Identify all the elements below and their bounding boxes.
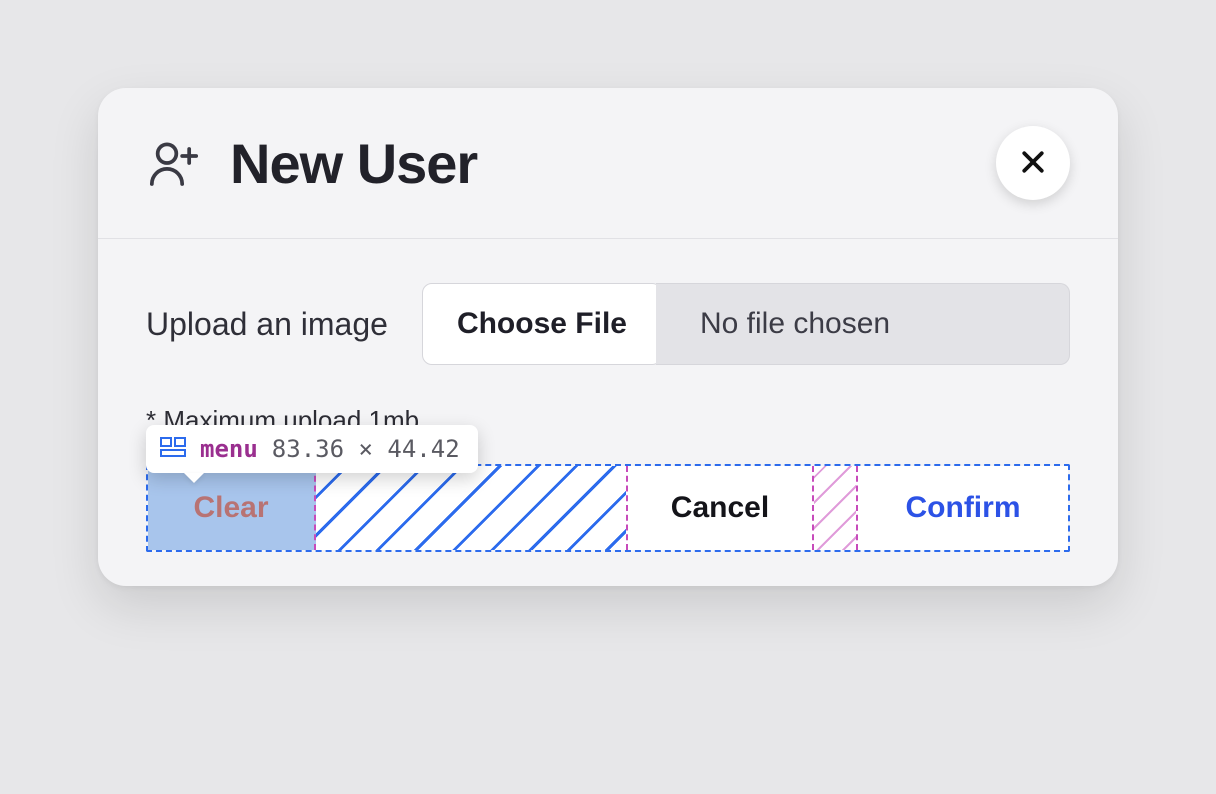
flex-icon [160, 437, 186, 461]
cancel-label: Cancel [671, 491, 769, 525]
close-icon [1018, 147, 1048, 180]
flex-spacer [316, 466, 628, 550]
confirm-button[interactable]: Confirm [858, 466, 1068, 550]
dialog-header: New User [98, 88, 1118, 239]
file-status-text: No file chosen [656, 283, 1070, 365]
choose-file-button[interactable]: Choose File [422, 283, 662, 365]
devtools-inspect-tooltip: menu 83.36 × 44.42 [146, 425, 478, 473]
cancel-button[interactable]: Cancel [628, 466, 814, 550]
upload-row: Upload an image Choose File No file chos… [146, 283, 1070, 365]
clear-label: Clear [193, 491, 268, 525]
new-user-dialog: New User Upload an image Choose File No … [98, 88, 1118, 586]
clear-button[interactable]: Clear [148, 466, 316, 550]
confirm-label: Confirm [906, 491, 1021, 525]
dialog-body: Upload an image Choose File No file chos… [98, 239, 1118, 446]
inspect-element-tag: menu [200, 435, 258, 463]
flex-gap [814, 466, 858, 550]
flex-gap-hatch [814, 466, 856, 550]
upload-label: Upload an image [146, 306, 388, 343]
dialog-title: New User [230, 131, 477, 196]
user-plus-icon [146, 135, 202, 191]
dialog-footer-flex: Clear Cancel Confirm [146, 464, 1070, 552]
inspect-dimensions: 83.36 × 44.42 [272, 435, 460, 463]
flex-spacer-hatch [316, 466, 626, 550]
file-input-group: Choose File No file chosen [422, 283, 1070, 365]
close-button[interactable] [996, 126, 1070, 200]
